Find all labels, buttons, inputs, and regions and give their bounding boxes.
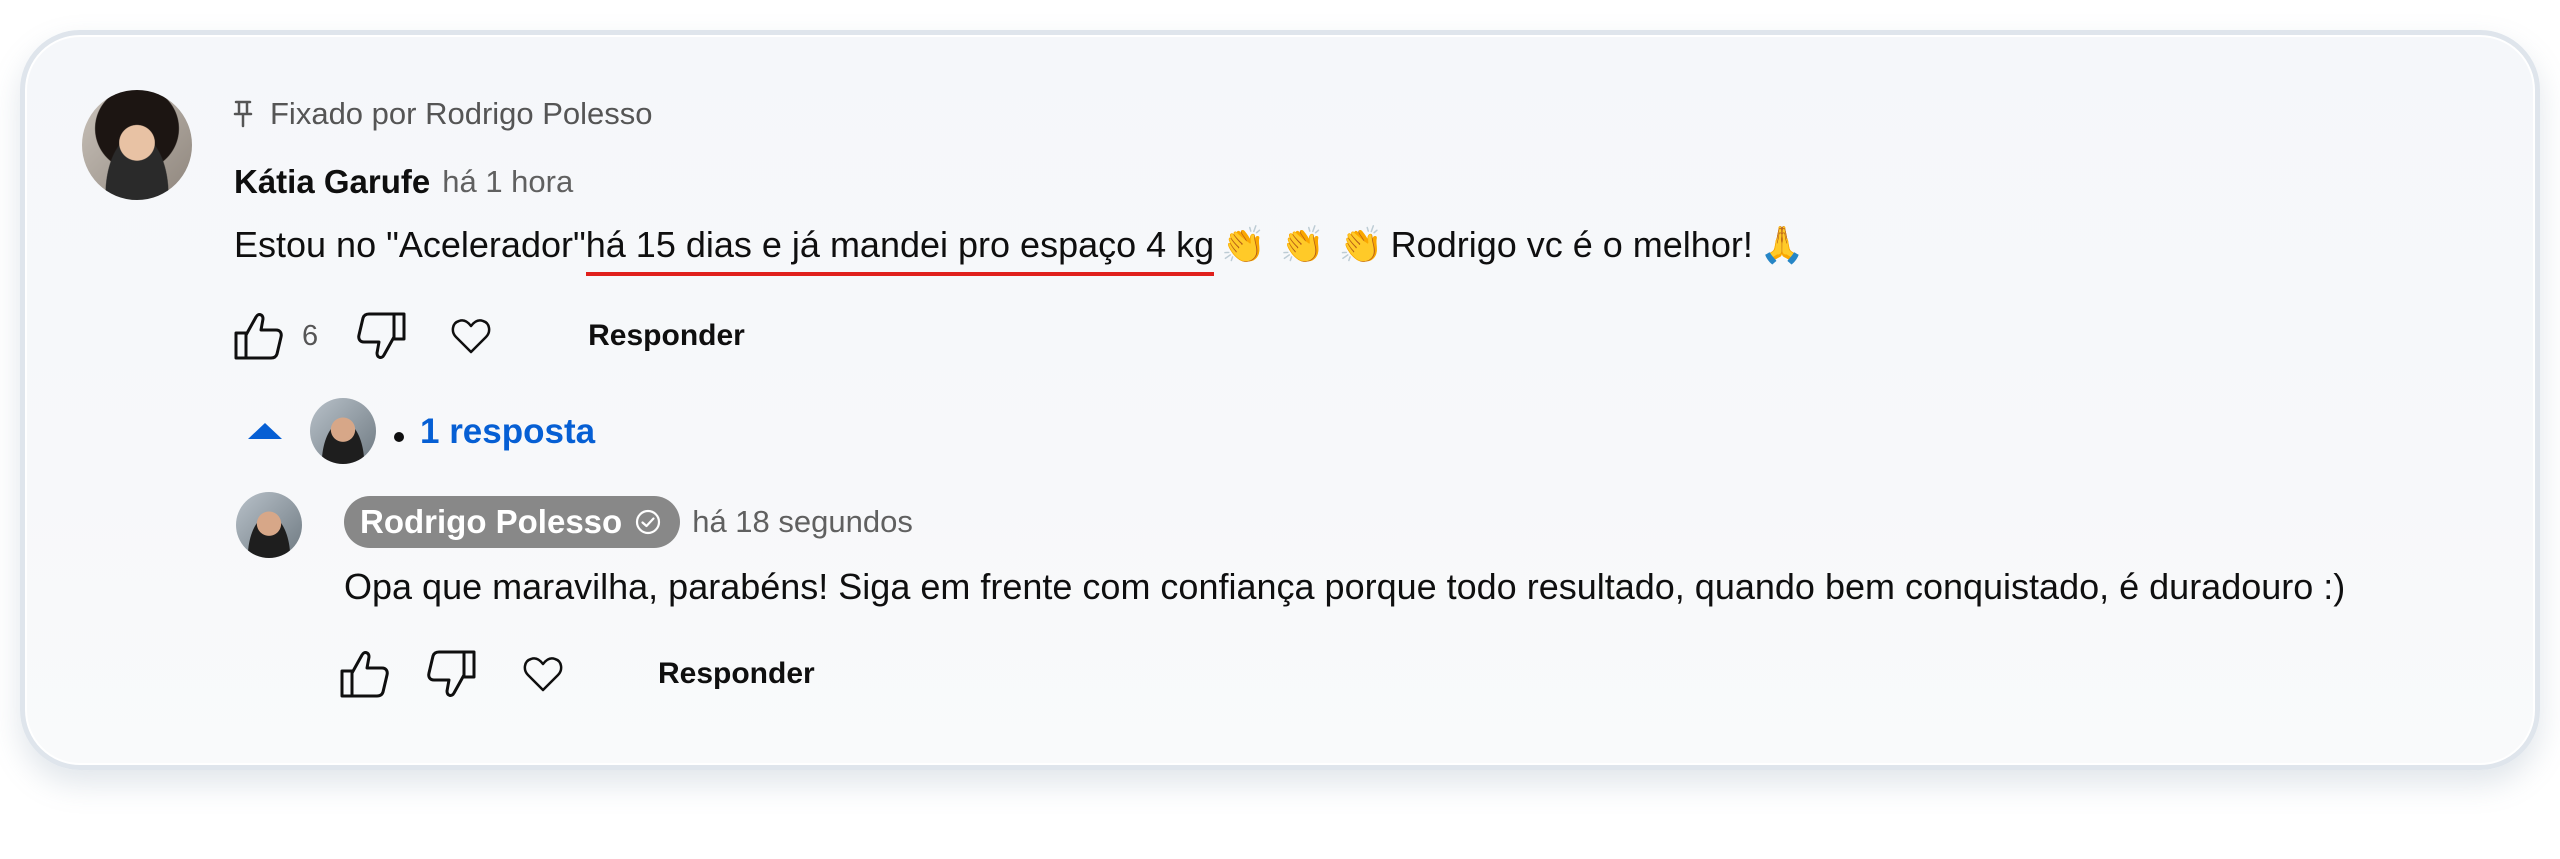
comment-text: Estou no "Acelerador" há 15 dias e já ma… (234, 224, 1812, 276)
pinned-label: Fixado por Rodrigo Polesso (270, 96, 653, 131)
reply-text: Opa que maravilha, parabéns! Siga em fre… (344, 566, 2346, 607)
comment-text-end: Rodrigo vc é o melhor! (1390, 224, 1753, 265)
thumbs-down-icon (357, 312, 406, 359)
reply-like-button[interactable] (338, 649, 390, 699)
clap-emoji: 👏 (1338, 225, 1384, 266)
pin-icon (232, 100, 254, 128)
reply-author-chip[interactable]: Rodrigo Polesso (344, 496, 681, 548)
heart-button[interactable] (450, 317, 492, 355)
comment-text-highlight: há 15 dias e já mandei pro espaço 4 kg (585, 224, 1215, 276)
dislike-button[interactable] (356, 311, 408, 361)
pinned-indicator: Fixado por Rodrigo Polesso (232, 94, 653, 134)
heart-icon (523, 657, 563, 692)
reply-reply-button[interactable]: Responder (658, 657, 815, 691)
caret-up-icon (248, 423, 282, 439)
replies-toggle[interactable] (248, 398, 282, 464)
thumbs-up-icon (340, 651, 389, 698)
like-button[interactable] (232, 311, 284, 361)
reply-actions: Responder (338, 648, 815, 700)
comment-text-start: Estou no "Acelerador" (234, 224, 586, 265)
reply-time[interactable]: há 18 segundos (692, 504, 913, 540)
reply-header: Rodrigo Polesso há 18 segundos (344, 496, 913, 548)
like-count: 6 (302, 319, 319, 352)
bullet-separator (394, 432, 404, 442)
thumbs-down-icon (427, 650, 476, 697)
reply-heart-button[interactable] (522, 655, 564, 693)
reply-author-avatar-small (310, 398, 376, 464)
clap-emoji: 👏 (1280, 225, 1325, 266)
pray-emoji: 🙏 (1759, 225, 1805, 266)
clap-emoji: 👏 (1221, 225, 1267, 266)
comment-actions: 6 Responder (232, 310, 745, 362)
verified-icon (634, 508, 662, 536)
reply-author: Rodrigo Polesso (360, 503, 623, 540)
heart-icon (451, 319, 491, 354)
replies-count[interactable]: 1 resposta (420, 412, 595, 452)
comment-header: Kátia Garufe há 1 hora (234, 162, 573, 202)
comment-time[interactable]: há 1 hora (442, 164, 573, 200)
commenter-avatar[interactable] (82, 90, 192, 200)
reply-dislike-button[interactable] (426, 649, 478, 699)
reply-author-avatar[interactable] (236, 492, 302, 558)
reply-button[interactable]: Responder (588, 319, 745, 353)
comment-author[interactable]: Kátia Garufe (234, 163, 430, 201)
thumbs-up-icon (234, 313, 283, 360)
